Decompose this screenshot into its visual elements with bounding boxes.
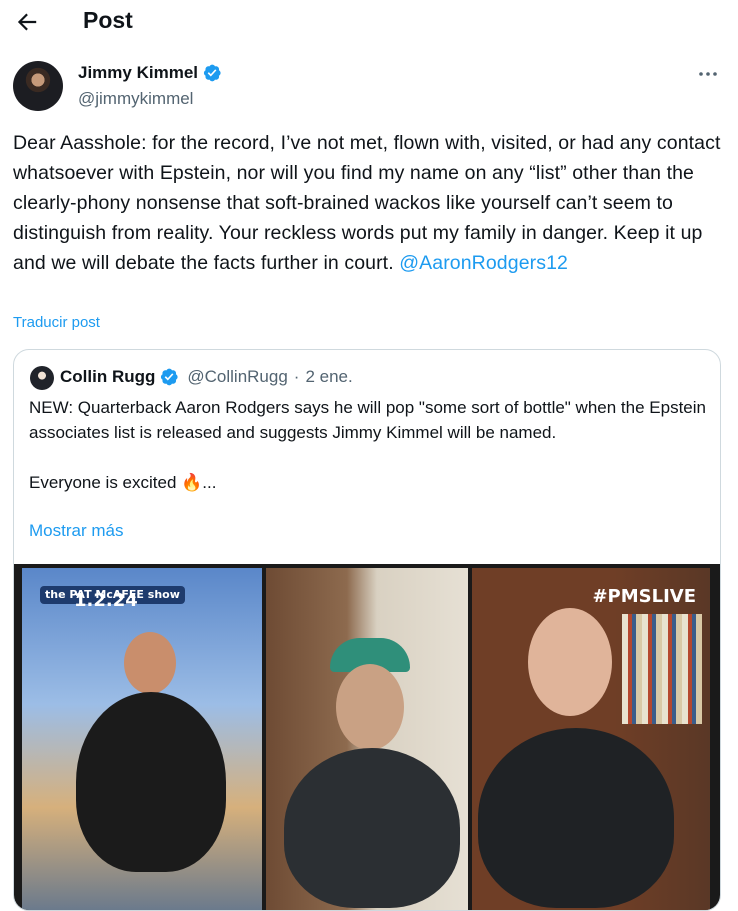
verified-badge-icon	[161, 368, 178, 386]
bookshelf	[622, 614, 702, 724]
quoted-post[interactable]: Collin Rugg @CollinRugg · 2 ene. NEW: Qu…	[13, 349, 721, 911]
quoted-date[interactable]: 2 ene.	[305, 367, 352, 387]
quoted-author-handle[interactable]: @CollinRugg	[187, 367, 287, 387]
separator-dot: ·	[293, 367, 300, 386]
verified-badge-icon	[203, 64, 221, 82]
show-more-link[interactable]: Mostrar más	[29, 521, 123, 541]
video-panel-guest	[266, 568, 468, 910]
quoted-text-paragraph-1: NEW: Quarterback Aaron Rodgers says he w…	[29, 398, 706, 442]
mention-link[interactable]: @AaronRodgers12	[399, 252, 568, 274]
quoted-header: Collin Rugg @CollinRugg · 2 ene.	[60, 367, 353, 387]
cohost-body	[478, 728, 674, 908]
guest-head	[336, 664, 404, 750]
back-arrow-icon[interactable]	[14, 9, 40, 35]
quoted-text-paragraph-2: Everyone is excited 🔥...	[29, 473, 217, 492]
top-bar: Post	[0, 0, 738, 44]
cohost-head	[528, 608, 612, 716]
more-options-icon[interactable]	[696, 62, 720, 86]
author-handle[interactable]: @jimmykimmel	[78, 89, 193, 109]
tweet-text: Dear Aasshole: for the record, I’ve not …	[13, 128, 725, 278]
guest-body	[284, 748, 460, 908]
quoted-text: NEW: Quarterback Aaron Rodgers says he w…	[29, 395, 709, 495]
page-title: Post	[83, 7, 133, 33]
video-player[interactable]: the PAT McAFEE show 1.2.24 #PMSLIVE	[14, 564, 720, 910]
quoted-author-name[interactable]: Collin Rugg	[60, 367, 155, 387]
translate-post-link[interactable]: Traducir post	[13, 314, 100, 331]
host-body	[76, 692, 226, 872]
tweet-body: Dear Aasshole: for the record, I’ve not …	[13, 132, 721, 274]
video-panel-host: the PAT McAFEE show 1.2.24	[22, 568, 262, 910]
live-tag: #PMSLIVE	[592, 586, 696, 607]
host-head	[124, 632, 176, 694]
avatar[interactable]	[13, 61, 63, 111]
author-name[interactable]: Jimmy Kimmel	[78, 63, 222, 83]
quoted-avatar[interactable]	[30, 366, 54, 390]
video-date-overlay: 1.2.24	[74, 590, 138, 611]
video-panel-cohost: #PMSLIVE	[472, 568, 710, 910]
author-name-text: Jimmy Kimmel	[78, 63, 198, 82]
